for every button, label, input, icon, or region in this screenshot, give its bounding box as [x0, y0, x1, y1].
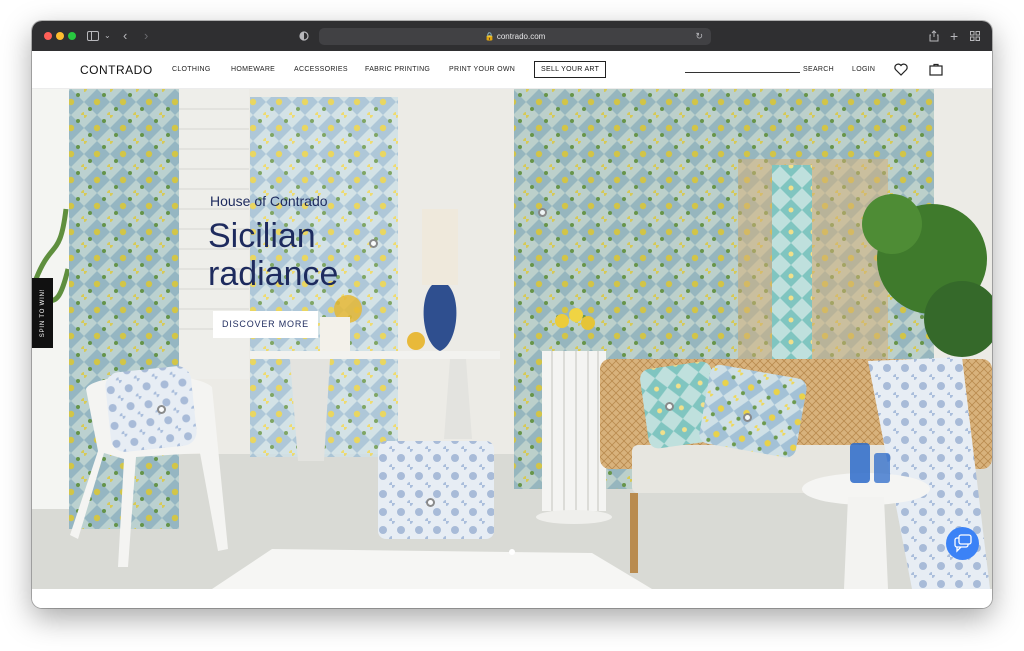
- nav-link-accessories[interactable]: ACCESSORIES: [294, 51, 348, 89]
- hero-banner: House of Contrado Sicilian radiance DISC…: [32, 89, 992, 589]
- discover-more-button[interactable]: DISCOVER MORE: [213, 311, 318, 338]
- zoom-window-button[interactable]: [68, 32, 76, 40]
- product-hotspot[interactable]: [157, 405, 166, 414]
- url-text: contrado.com: [496, 32, 546, 41]
- hero-kicker: House of Contrado: [210, 193, 328, 209]
- sell-your-art-button[interactable]: SELL YOUR ART: [534, 61, 607, 78]
- bag-icon[interactable]: [929, 63, 943, 81]
- nav-link-print-your-own[interactable]: PRINT YOUR OWN: [449, 51, 515, 89]
- carousel-indicator[interactable]: [509, 549, 515, 555]
- nav-link-clothing[interactable]: CLOTHING: [172, 51, 211, 89]
- nav-link-fabric-printing[interactable]: FABRIC PRINTING: [365, 51, 430, 89]
- close-window-button[interactable]: [44, 32, 52, 40]
- sidebar-icon[interactable]: [87, 21, 101, 51]
- lock-icon: 🔒: [484, 32, 495, 41]
- contrado-logo[interactable]: CONTRADO: [80, 51, 153, 89]
- login-link[interactable]: LOGIN: [852, 51, 875, 89]
- chat-support-button[interactable]: [946, 527, 979, 560]
- back-arrow-icon[interactable]: ‹: [123, 21, 127, 51]
- tab-overview-icon[interactable]: [970, 21, 980, 51]
- page-below-hero: [32, 589, 992, 608]
- hero-photo: [32, 89, 992, 589]
- product-hotspot[interactable]: [426, 498, 435, 507]
- forward-arrow-icon[interactable]: ›: [144, 21, 148, 51]
- spin-to-win-label: SPIN TO WIN!: [39, 288, 46, 338]
- hero-title: Sicilian radiance: [208, 217, 339, 293]
- nav-link-homeware[interactable]: HOMEWARE: [231, 51, 275, 89]
- address-bar[interactable]: 🔒 contrado.com ↻: [319, 28, 711, 45]
- search-input[interactable]: [685, 72, 800, 73]
- minimize-window-button[interactable]: [56, 32, 64, 40]
- browser-window: ⌄ ‹ › 🔒 contrado.com ↻ + CONTRADO CLOTHI…: [32, 21, 992, 608]
- chat-bubble-icon: [954, 534, 972, 553]
- product-hotspot[interactable]: [665, 402, 674, 411]
- share-icon[interactable]: [929, 21, 939, 51]
- search-button[interactable]: SEARCH: [803, 51, 834, 89]
- new-tab-icon[interactable]: +: [950, 21, 958, 51]
- product-hotspot[interactable]: [743, 413, 752, 422]
- site-navbar: CONTRADO CLOTHING HOMEWARE ACCESSORIES F…: [32, 51, 992, 89]
- spin-to-win-tab[interactable]: SPIN TO WIN!: [32, 278, 53, 348]
- reload-icon[interactable]: ↻: [695, 28, 703, 45]
- chevron-down-icon[interactable]: ⌄: [104, 21, 111, 51]
- browser-titlebar: ⌄ ‹ › 🔒 contrado.com ↻ +: [32, 21, 992, 51]
- product-hotspot[interactable]: [538, 208, 547, 217]
- heart-icon[interactable]: [894, 63, 908, 81]
- product-hotspot[interactable]: [369, 239, 378, 248]
- shield-icon[interactable]: [299, 21, 309, 51]
